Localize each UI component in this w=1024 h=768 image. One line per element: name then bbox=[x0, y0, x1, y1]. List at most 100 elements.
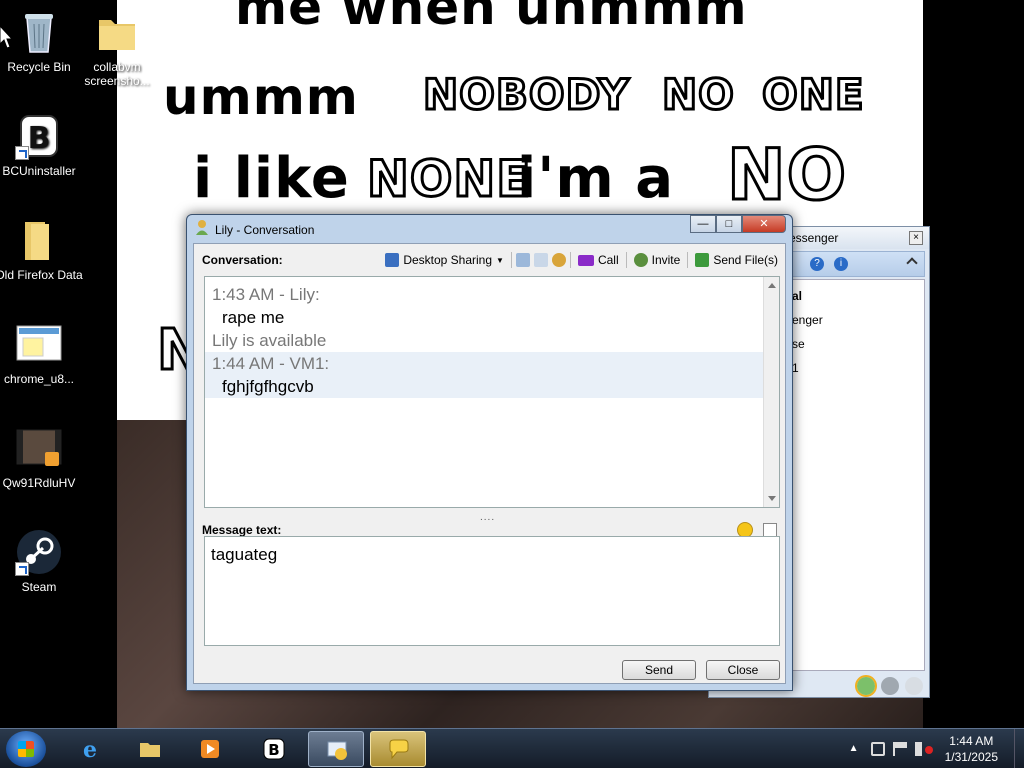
mouse-cursor-icon bbox=[0, 26, 14, 49]
message-meta: 1:43 AM - Lily: bbox=[212, 285, 320, 304]
message-text: rape me bbox=[222, 308, 285, 327]
desktop-icon-label: Qw91RdluHV bbox=[2, 476, 76, 490]
info-icon[interactable]: i bbox=[834, 257, 848, 271]
desktop-sharing-label: Desktop Sharing bbox=[403, 253, 493, 267]
network-icon[interactable] bbox=[870, 742, 885, 756]
svg-text:B: B bbox=[28, 121, 51, 156]
message-input[interactable]: taguateg bbox=[204, 536, 780, 646]
history-entry-lily: 1:43 AM - Lily: rape me bbox=[205, 277, 779, 329]
conversation-toolbar: Conversation: Desktop Sharing ▼ Call Inv… bbox=[202, 248, 781, 272]
minimize-button[interactable]: — bbox=[690, 215, 716, 233]
bcuninstaller-icon: B bbox=[15, 112, 63, 160]
whiteboard-icon[interactable] bbox=[515, 253, 530, 267]
invite-button[interactable]: Invite bbox=[631, 253, 684, 267]
folder-icon bbox=[15, 216, 63, 264]
taskbar-file-explorer[interactable] bbox=[122, 731, 178, 767]
call-button[interactable]: Call bbox=[575, 253, 622, 267]
messenger-close-button[interactable]: × bbox=[909, 231, 923, 245]
send-files-button[interactable]: Send File(s) bbox=[692, 253, 781, 267]
help-icon[interactable]: ? bbox=[810, 257, 824, 271]
status-away-icon[interactable] bbox=[881, 677, 899, 695]
message-text: fghjfgfhgcvb bbox=[222, 377, 314, 396]
messenger-app-icon bbox=[327, 741, 347, 760]
desktop-icon-old-firefox-data[interactable]: Old Firefox Data bbox=[0, 216, 84, 282]
wallpaper-text: ummm bbox=[163, 68, 359, 126]
desktop-icon-video[interactable]: Qw91RdluHV bbox=[0, 424, 84, 490]
wallpaper-text: ONE bbox=[761, 69, 866, 121]
wallpaper-text: NO bbox=[725, 133, 848, 218]
wallpaper-text: i like bbox=[193, 146, 350, 211]
taskbar: e B ▲ 1:44 AM 1/31/2025 bbox=[0, 728, 1024, 768]
send-files-label: Send File(s) bbox=[713, 253, 778, 267]
wallpaper-text: NONE bbox=[365, 149, 532, 210]
desktop-sharing-button[interactable]: Desktop Sharing ▼ bbox=[382, 253, 507, 267]
taskbar-bcuninstaller[interactable]: B bbox=[246, 731, 302, 767]
window-title: Lily - Conversation bbox=[215, 223, 315, 237]
conversation-window[interactable]: Lily - Conversation — □ ✕ Conversation: … bbox=[186, 214, 793, 691]
desktop-icon-steam[interactable]: Steam bbox=[0, 528, 84, 594]
internet-explorer-icon: e bbox=[83, 737, 97, 761]
steam-icon bbox=[15, 528, 63, 576]
svg-text:B: B bbox=[268, 741, 279, 759]
shortcut-arrow-icon bbox=[15, 562, 29, 576]
taskbar-internet-explorer[interactable]: e bbox=[62, 731, 118, 767]
desktop-icon-bcuninstaller[interactable]: B BCUninstaller bbox=[0, 112, 84, 178]
plugins-icon[interactable] bbox=[551, 253, 566, 267]
maximize-button[interactable]: □ bbox=[716, 215, 742, 233]
call-label: Call bbox=[597, 253, 619, 267]
desktop-icon-collabvm-screenshots[interactable]: collabvm screensho... bbox=[72, 8, 162, 88]
desktop-icon-chrome-screenshot[interactable]: chrome_u8... bbox=[0, 320, 84, 386]
message-meta: 1:44 AM - VM1: bbox=[212, 354, 330, 373]
scroll-up-arrow-icon[interactable] bbox=[768, 283, 776, 288]
wallpaper-text: i'm a bbox=[517, 146, 674, 211]
message-text-label: Message text: bbox=[202, 523, 282, 537]
show-desktop-button[interactable] bbox=[1014, 729, 1024, 768]
dropdown-arrow-icon: ▼ bbox=[496, 255, 504, 265]
invite-label: Invite bbox=[651, 253, 681, 267]
taskbar-media-player[interactable] bbox=[182, 731, 238, 767]
video-file-icon bbox=[15, 424, 63, 472]
taskbar-conversation[interactable] bbox=[370, 731, 426, 767]
start-button[interactable] bbox=[6, 731, 46, 767]
conversation-titlebar[interactable]: Lily - Conversation bbox=[195, 219, 314, 241]
clock-time: 1:44 AM bbox=[949, 734, 994, 748]
collapse-chevron-icon[interactable] bbox=[906, 257, 918, 269]
clock-date: 1/31/2025 bbox=[944, 750, 998, 764]
taskbar-messenger[interactable] bbox=[308, 731, 364, 767]
toolbar-separator bbox=[625, 252, 627, 268]
send-button[interactable]: Send bbox=[622, 660, 696, 680]
scroll-down-arrow-icon[interactable] bbox=[768, 496, 776, 501]
history-scrollbar[interactable] bbox=[763, 277, 779, 507]
status-online-icon[interactable] bbox=[855, 675, 877, 697]
chat-bubble-icon bbox=[389, 739, 409, 760]
system-clock[interactable]: 1:44 AM 1/31/2025 bbox=[945, 733, 998, 765]
conversation-history[interactable]: 1:43 AM - Lily: rape me Lily is availabl… bbox=[204, 276, 780, 508]
show-hidden-icons-icon[interactable]: ▲ bbox=[849, 742, 863, 756]
send-file-icon bbox=[695, 253, 710, 267]
file-transfer-icon[interactable] bbox=[533, 253, 548, 267]
wallpaper-text: me when uhmmm bbox=[235, 0, 748, 36]
status-buttons bbox=[855, 675, 923, 697]
toolbar-separator bbox=[510, 252, 512, 268]
video-camera-icon bbox=[577, 254, 594, 266]
close-window-button[interactable]: ✕ bbox=[742, 215, 786, 233]
close-button[interactable]: Close bbox=[706, 660, 780, 680]
conversation-label: Conversation: bbox=[202, 253, 283, 267]
desktop-icon-label: Old Firefox Data bbox=[0, 268, 83, 282]
status-offline-icon[interactable] bbox=[905, 677, 923, 695]
wallpaper-text: NOBODY bbox=[422, 69, 631, 121]
desktop-icon-label: Steam bbox=[21, 580, 57, 594]
system-tray: ▲ 1:44 AM 1/31/2025 bbox=[849, 729, 1012, 768]
desktop-sharing-icon bbox=[385, 253, 400, 267]
toolbar-separator bbox=[569, 252, 571, 268]
volume-muted-icon[interactable] bbox=[914, 742, 933, 756]
media-player-icon bbox=[201, 740, 219, 758]
desktop-icon-label: BCUninstaller bbox=[2, 164, 76, 178]
contact-avatar-icon bbox=[195, 219, 209, 242]
bcuninstaller-icon: B bbox=[263, 738, 285, 760]
desktop-icon-label: collabvm screensho... bbox=[84, 60, 150, 88]
desktop-icon-label: chrome_u8... bbox=[3, 372, 75, 386]
conversation-body: Conversation: Desktop Sharing ▼ Call Inv… bbox=[193, 243, 786, 684]
action-center-flag-icon[interactable] bbox=[892, 742, 907, 756]
recycle-bin-icon bbox=[15, 8, 63, 56]
